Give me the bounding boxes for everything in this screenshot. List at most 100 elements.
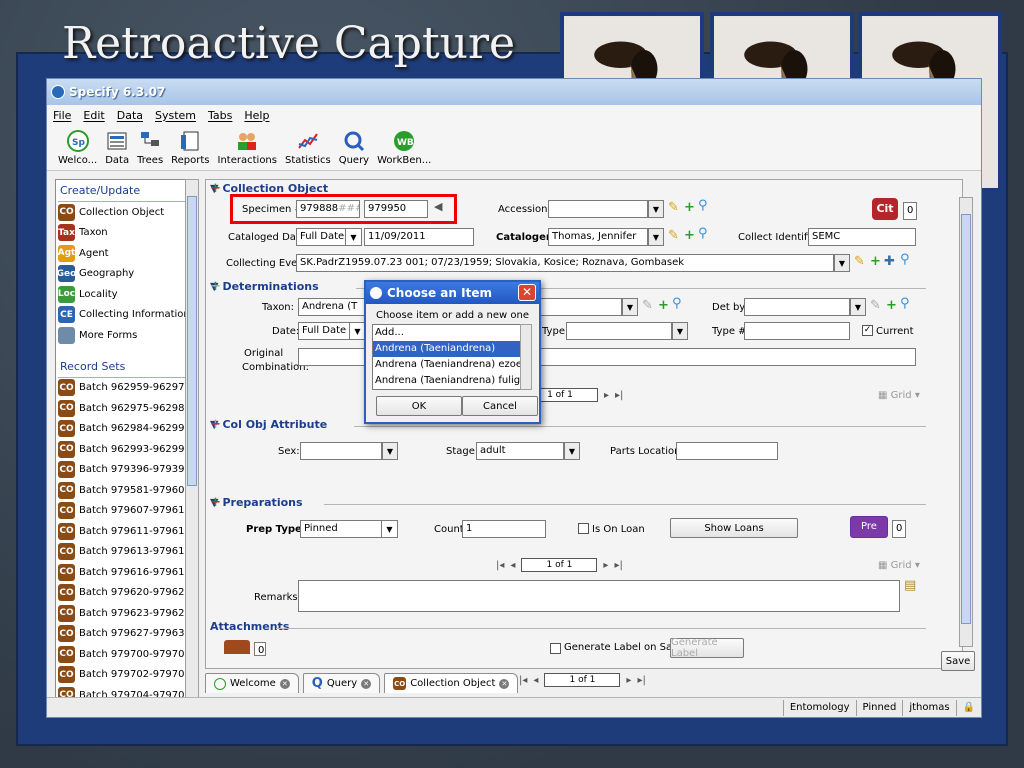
add-icon[interactable]: + bbox=[658, 298, 669, 313]
prep-grid-toggle[interactable]: ▦ Grid ▾ bbox=[878, 560, 920, 571]
sidebar-create-item[interactable]: Loc Locality bbox=[56, 284, 194, 305]
count-field[interactable]: 1 bbox=[462, 520, 546, 538]
edit-pencil-icon[interactable]: ✎ bbox=[668, 228, 679, 243]
dialog-list-item[interactable]: Andrena (Taeniandrena) bbox=[373, 341, 521, 357]
edit-pencil-icon[interactable]: ✎ bbox=[870, 298, 881, 313]
current-checkbox[interactable]: ✓ bbox=[862, 325, 873, 336]
record-set-item[interactable]: CO Batch 979627-979630 bbox=[56, 624, 194, 645]
sidebar-create-item[interactable]: Agt Agent bbox=[56, 243, 194, 264]
record-set-item[interactable]: CO Batch 979620-979622 bbox=[56, 583, 194, 604]
remove-icon[interactable]: − bbox=[210, 279, 221, 294]
form-scroll-thumb[interactable] bbox=[961, 214, 971, 624]
add-icon[interactable]: + bbox=[886, 298, 897, 313]
record-set-item[interactable]: CO Batch 979616-979617 bbox=[56, 562, 194, 583]
first-record-icon[interactable]: |◂ bbox=[496, 560, 504, 571]
close-icon[interactable]: ✕ bbox=[518, 284, 536, 301]
dialog-list-item[interactable]: Andrena (Taeniandrena) ezoensis bbox=[373, 357, 521, 373]
dialog-list-item[interactable]: Add... bbox=[373, 325, 521, 341]
record-set-item[interactable]: CO Batch 979396-979397 bbox=[56, 460, 194, 481]
date-type-dropdown[interactable]: ▼ bbox=[346, 228, 362, 246]
type-number-field[interactable] bbox=[744, 322, 850, 340]
record-set-item[interactable]: CO Batch 979613-979615 bbox=[56, 542, 194, 563]
record-set-item[interactable]: CO Batch 962959-962974 bbox=[56, 378, 194, 399]
cataloger-field[interactable]: Thomas, Jennifer bbox=[548, 228, 648, 246]
show-loans-button[interactable]: Show Loans bbox=[670, 518, 798, 538]
record-set-item[interactable]: CO Batch 979700-979701 bbox=[56, 644, 194, 665]
prep-type-dropdown[interactable]: ▼ bbox=[382, 520, 398, 538]
sidebar-create-item[interactable]: CE Collecting Information bbox=[56, 305, 194, 326]
attachment-icon[interactable] bbox=[224, 640, 250, 654]
menu-tabs[interactable]: Tabs bbox=[208, 109, 232, 122]
arrow-left-icon[interactable]: ◀ bbox=[434, 200, 442, 213]
collect-identifier-field[interactable]: SEMC bbox=[808, 228, 916, 246]
dialog-list-scrollbar[interactable] bbox=[520, 324, 532, 390]
spellcheck-icon[interactable]: ▤ bbox=[904, 578, 916, 593]
last-record-icon[interactable]: ▸| bbox=[615, 390, 623, 401]
generate-label-checkbox[interactable] bbox=[550, 643, 561, 654]
det-by-field[interactable] bbox=[744, 298, 850, 316]
specimen-from-field[interactable]: 979888### bbox=[296, 200, 360, 218]
det-by-dropdown[interactable]: ▼ bbox=[850, 298, 866, 316]
collecting-event-dropdown[interactable]: ▼ bbox=[834, 254, 850, 272]
toolbar-trees[interactable]: Trees bbox=[134, 130, 166, 166]
toolbar-reports[interactable]: Reports bbox=[168, 130, 212, 166]
collecting-event-field[interactable]: SK.PadrZ1959.07.23 001; 07/23/1959; Slov… bbox=[296, 254, 834, 272]
record-set-item[interactable]: CO Batch 979607-979610 bbox=[56, 501, 194, 522]
prev-record-icon[interactable]: ◂ bbox=[510, 560, 515, 571]
record-set-item[interactable]: CO Batch 962993-962997 bbox=[56, 439, 194, 460]
type-field[interactable] bbox=[566, 322, 672, 340]
sidebar-create-item[interactable]: Geo Geography bbox=[56, 264, 194, 285]
cataloger-dropdown[interactable]: ▼ bbox=[648, 228, 664, 246]
last-record-icon[interactable]: ▸| bbox=[614, 560, 622, 571]
remarks-field[interactable] bbox=[298, 580, 900, 612]
record-set-item[interactable]: CO Batch 979581-979606 bbox=[56, 480, 194, 501]
close-icon[interactable]: ✕ bbox=[499, 678, 510, 689]
search-icon[interactable]: ⚲ bbox=[900, 296, 910, 311]
clone-icon[interactable]: ✚ bbox=[884, 254, 895, 269]
remove-icon[interactable]: − bbox=[210, 181, 221, 196]
sex-dropdown[interactable]: ▼ bbox=[382, 442, 398, 460]
menu-data[interactable]: Data bbox=[117, 109, 143, 122]
cancel-button[interactable]: Cancel bbox=[462, 396, 538, 416]
sidebar-create-item[interactable]: More Forms bbox=[56, 325, 194, 346]
search-icon[interactable]: ⚲ bbox=[698, 226, 708, 241]
form-scrollbar[interactable] bbox=[959, 197, 973, 647]
prep-pager-box[interactable]: 1 of 1 bbox=[521, 558, 598, 572]
cataloged-date-field[interactable]: 11/09/2011 bbox=[364, 228, 474, 246]
menu-edit[interactable]: Edit bbox=[83, 109, 104, 122]
sex-field[interactable] bbox=[300, 442, 382, 460]
sidebar-scrollbar[interactable] bbox=[185, 179, 199, 701]
sidebar-scroll-thumb[interactable] bbox=[187, 196, 197, 486]
toolbar-welcome[interactable]: Sp Welco... bbox=[55, 130, 100, 166]
edit-pencil-icon[interactable]: ✎ bbox=[642, 298, 653, 313]
search-icon[interactable]: ⚲ bbox=[672, 296, 682, 311]
toolbar-query[interactable]: Query bbox=[336, 130, 372, 166]
record-set-item[interactable]: CO Batch 979611-979612 bbox=[56, 521, 194, 542]
specimen-to-field[interactable]: 979950 bbox=[364, 200, 428, 218]
accession-dropdown[interactable]: ▼ bbox=[648, 200, 664, 218]
det-grid-toggle[interactable]: ▦ Grid ▾ bbox=[878, 390, 920, 401]
menu-help[interactable]: Help bbox=[244, 109, 269, 122]
add-icon[interactable]: + bbox=[684, 228, 695, 243]
preparation-icon[interactable]: Pre bbox=[850, 516, 888, 538]
toolbar-interactions[interactable]: Interactions bbox=[215, 130, 280, 166]
det-date-type-field[interactable]: Full Date bbox=[298, 322, 350, 340]
accession-field[interactable] bbox=[548, 200, 648, 218]
record-set-item[interactable]: CO Batch 979702-979703 bbox=[56, 665, 194, 686]
ok-button[interactable]: OK bbox=[376, 396, 462, 416]
dialog-list-item[interactable]: Andrena (Taeniandrena) fuliginata bbox=[373, 373, 521, 389]
close-icon[interactable]: ✕ bbox=[361, 678, 372, 689]
prep-type-field[interactable]: Pinned bbox=[300, 520, 382, 538]
sidebar-create-item[interactable]: Tax Taxon bbox=[56, 223, 194, 244]
stage-dropdown[interactable]: ▼ bbox=[564, 442, 580, 460]
citation-icon[interactable]: Cit bbox=[872, 198, 898, 220]
remove-icon[interactable]: − bbox=[210, 495, 221, 510]
parts-location-field[interactable] bbox=[676, 442, 778, 460]
taxon-dropdown[interactable]: ▼ bbox=[622, 298, 638, 316]
edit-pencil-icon[interactable]: ✎ bbox=[854, 254, 865, 269]
record-set-item[interactable]: CO Batch 962984-962992 bbox=[56, 419, 194, 440]
search-icon[interactable]: ⚲ bbox=[698, 198, 708, 213]
tab-collection-object[interactable]: CO Collection Object ✕ bbox=[384, 673, 519, 693]
add-icon[interactable]: + bbox=[684, 200, 695, 215]
lock-icon[interactable]: 🔒 bbox=[955, 699, 981, 716]
